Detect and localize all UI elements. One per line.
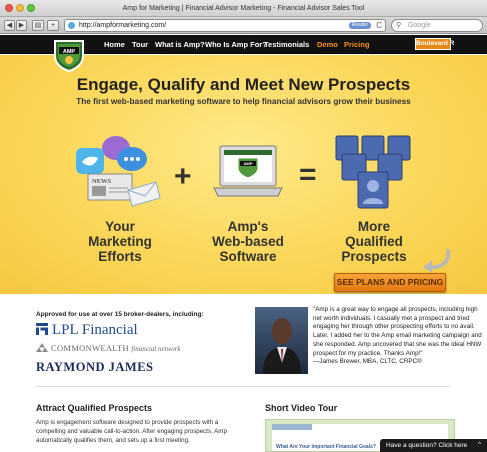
commonwealth-text: COMMONWEALTH [51,343,129,353]
zoom-window-icon[interactable] [27,4,35,12]
caption-line: Efforts [98,249,142,264]
commonwealth-triangles-icon [36,343,48,352]
lpl-text: LPL Financial [52,322,138,338]
caption-line: Software [219,249,277,264]
chevron-up-icon: ^ [478,442,481,448]
raymond-james-logo: RAYMOND JAMES [36,360,154,374]
testimonial-photo [255,307,308,374]
search-field[interactable]: ⚲ Google [391,19,483,32]
nav-pricing[interactable]: Pricing [344,40,369,49]
minimize-window-icon[interactable] [16,4,24,12]
reload-icon[interactable]: C [376,20,382,31]
caption-qualified-prospects: More Qualified Prospects [328,219,420,264]
caption-line: Your [105,219,135,234]
search-icon: ⚲ [396,22,402,29]
search-placeholder: Google [408,22,431,29]
section-divider [36,386,450,387]
window-title-bar: Amp for Marketing | Financial Advisor Ma… [0,0,487,17]
lpl-mark-icon [36,323,48,335]
close-window-icon[interactable] [5,4,13,12]
hero-subtitle: The first web-based marketing software t… [76,97,411,106]
lpl-financial-logo: LPL Financial [36,322,138,339]
chat-label: Have a question? Click here [386,442,468,449]
account-button[interactable]: Boulevard R [415,38,454,50]
attract-body: Amp is engagement software designed to p… [36,419,227,444]
caption-line: More [357,219,391,234]
see-plans-and-pricing-button[interactable]: SEE PLANS AND PRICING [334,273,446,292]
logo-text: AMP [63,49,76,55]
plus-sign: + [174,160,192,193]
news-label: NEWS [92,178,112,185]
address-bar[interactable]: http://ampformarketing.com/ Reader C [64,19,386,32]
hero-title: Engage, Qualify and Meet New Prospects [76,75,411,94]
laptop-icon: AMP [213,145,283,197]
reader-icon: ▤ [34,22,42,29]
video-header-bar [272,424,312,430]
commonwealth-suffix: financial network [131,345,181,353]
caption-marketing-efforts: Your Marketing Efforts [75,219,165,264]
back-button[interactable]: ◀ [4,20,15,31]
nav-demo[interactable]: Demo [317,40,338,49]
curved-arrow-icon [424,249,451,273]
approved-brokers-heading: Approved for use at over 15 broker-deale… [36,311,204,318]
site-favicon-icon [68,22,75,29]
testimonial-attribution: —James Brewer, MBA, CLTC, CRPC® [313,358,422,366]
commonwealth-logo: COMMONWEALTH financial network [36,343,181,353]
nav-testimonials[interactable]: Testimonials [264,40,309,49]
browser-toolbar: ◀ ▶ ▤ + http://ampformarketing.com/ Read… [0,17,487,34]
email-envelope-icon [127,181,161,207]
newspaper-icon: NEWS [87,173,133,201]
testimonial-quote: "Amp is a great way to engage all prospe… [313,306,483,367]
video-tour-heading: Short Video Tour [265,403,338,413]
forward-arrow-icon: ▶ [18,22,25,29]
address-bar-url: http://ampformarketing.com/ [79,22,167,29]
prospect-cards-icon [335,135,411,209]
forward-button[interactable]: ▶ [16,20,27,31]
twitter-bird-icon [76,148,104,174]
amp-logo-icon[interactable]: AMP [52,38,86,72]
caption-line: Prospects [341,249,407,264]
nav-what-is-amp[interactable]: What is Amp? [155,40,205,49]
caption-line: Qualified [345,234,403,249]
laptop-logo-text: AMP [244,161,253,166]
testimonial-text: "Amp is a great way to engage all prospe… [313,306,482,357]
back-arrow-icon: ◀ [6,22,13,29]
video-question-text: What Are Your Important Financial Goals? [276,444,376,450]
window-title: Amp for Marketing | Financial Advisor Ma… [122,5,365,12]
caption-line: Amp's [227,219,269,234]
chat-widget-button[interactable]: Have a question? Click here ^ [380,439,487,452]
caption-web-software: Amp's Web-based Software [196,219,300,264]
add-bookmark-button[interactable]: + [47,20,59,31]
nav-tour[interactable]: Tour [132,40,148,49]
reader-badge[interactable]: Reader [348,22,371,29]
nav-home[interactable]: Home [104,40,125,49]
equals-sign: = [299,158,317,191]
chat-bubble-icon [102,136,147,171]
plus-icon: + [50,22,56,29]
caption-line: Web-based [212,234,284,249]
marketing-efforts-icons: NEWS [76,136,161,207]
reader-button[interactable]: ▤ [32,20,44,31]
attract-heading: Attract Qualified Prospects [36,403,153,413]
nav-who-is-amp-for[interactable]: Who Is Amp For? [205,40,267,49]
caption-line: Marketing [88,234,152,249]
